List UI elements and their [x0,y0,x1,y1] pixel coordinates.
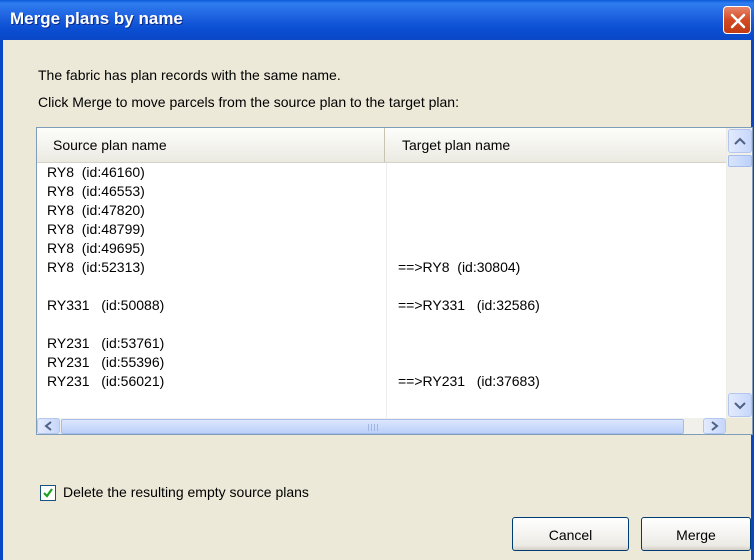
list-rows: RY8 (id:46160) RY8 (id:46553) RY8 (id:4782… [37,163,726,391]
table-row[interactable]: RY8 (id:46553) [37,182,726,201]
target-plan-cell: ==>RY231 (id:37683) [398,373,540,389]
table-row[interactable]: RY8 (id:47820) [37,201,726,220]
source-plan-cell: RY231 (id:56021) [47,373,165,389]
source-plan-cell: RY8 (id:46553) [47,183,145,199]
list-header: Source plan name Target plan name [37,128,726,163]
table-row[interactable] [37,315,726,334]
delete-empty-checkbox[interactable] [40,485,56,501]
target-plan-cell: ==>RY331 (id:32586) [398,297,540,313]
table-row[interactable]: RY331 (id:50088) ==>RY331 (id:32586) [37,296,726,315]
vertical-scrollbar[interactable] [726,128,752,418]
scroll-up-button[interactable] [728,129,752,153]
source-plan-cell: RY8 (id:49695) [47,240,145,256]
source-plan-cell: RY331 (id:50088) [47,297,165,313]
cancel-button[interactable]: Cancel [512,517,629,551]
table-row[interactable] [37,277,726,296]
window-frame-left [0,40,3,560]
table-row[interactable]: RY8 (id:52313) ==>RY8 (id:30804) [37,258,726,277]
description-line-2: Click Merge to move parcels from the sou… [38,94,459,110]
merge-button[interactable]: Merge [641,517,751,551]
horizontal-scroll-thumb[interactable] [61,419,684,434]
source-plan-cell: RY8 (id:48799) [47,221,145,237]
source-plan-cell: RY8 (id:52313) [47,259,145,275]
close-icon [730,13,746,29]
scrollbar-corner [726,418,752,434]
close-button[interactable] [723,6,751,34]
scroll-left-button[interactable] [37,418,60,434]
table-row[interactable]: RY231 (id:56021) ==>RY231 (id:37683) [37,372,726,391]
window-title: Merge plans by name [10,9,183,28]
vertical-scroll-thumb[interactable] [728,155,752,167]
chevron-right-icon [711,421,719,431]
source-plan-cell: RY231 (id:55396) [47,354,165,370]
source-plan-cell: RY231 (id:53761) [47,335,165,351]
target-plan-cell: ==>RY8 (id:30804) [398,259,521,275]
horizontal-scrollbar[interactable] [37,418,726,434]
chevron-down-icon [734,402,746,410]
table-row[interactable]: RY8 (id:46160) [37,163,726,182]
table-row[interactable]: RY8 (id:49695) [37,239,726,258]
grip-icon [368,424,380,431]
column-header-target[interactable]: Target plan name [386,128,726,162]
scroll-right-button[interactable] [703,418,726,434]
chevron-up-icon [734,137,746,145]
source-plan-cell: RY8 (id:46160) [47,164,145,180]
column-header-source[interactable]: Source plan name [37,128,385,162]
table-row[interactable]: RY231 (id:53761) [37,334,726,353]
source-plan-cell: RY8 (id:47820) [47,202,145,218]
plans-list[interactable]: Source plan name Target plan name RY8 (i… [36,127,753,435]
table-row[interactable]: RY231 (id:55396) [37,353,726,372]
table-row[interactable]: RY8 (id:48799) [37,220,726,239]
chevron-left-icon [44,421,52,431]
title-bar: Merge plans by name [0,0,754,40]
delete-empty-label[interactable]: Delete the resulting empty source plans [63,484,309,500]
scroll-down-button[interactable] [728,393,752,417]
description-line-1: The fabric has plan records with the sam… [38,67,341,83]
checkmark-icon [43,488,53,498]
